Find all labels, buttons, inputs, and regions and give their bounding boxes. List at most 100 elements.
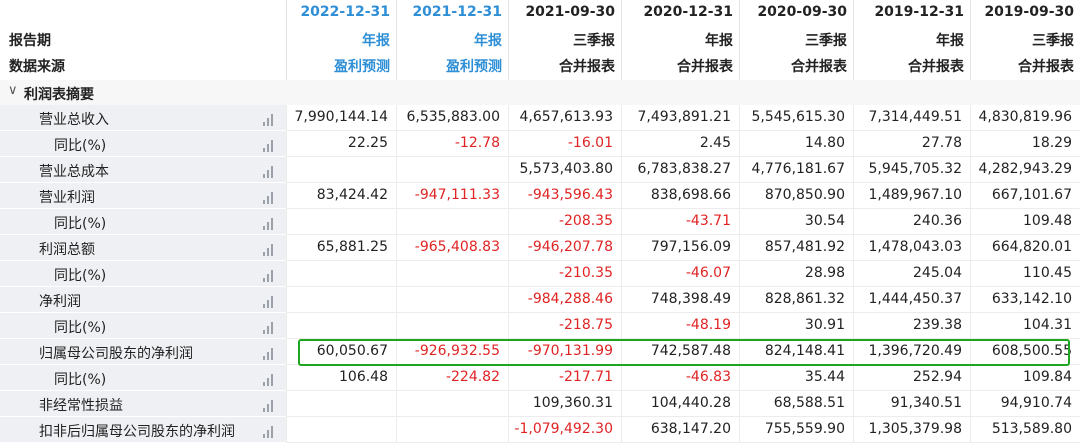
header-report-type: 年报: [474, 33, 502, 49]
row-label: 同比(%): [0, 313, 286, 339]
table-cell: 748,398.49: [621, 287, 739, 313]
bar-chart-icon[interactable]: [263, 114, 277, 126]
header-report-type: 年报: [936, 33, 964, 49]
table-cell: [396, 261, 508, 287]
table-cell: -210.35: [508, 261, 621, 287]
bar-chart-icon[interactable]: [263, 296, 277, 308]
bar-chart-icon[interactable]: [263, 374, 277, 386]
row-label: 非经常性损益: [0, 391, 286, 417]
table-cell: 5,545,615.30: [739, 105, 853, 131]
header-data-source: 合并报表: [1018, 59, 1074, 75]
table-cell: [396, 417, 508, 443]
table-cell: [286, 313, 396, 339]
chevron-down-icon[interactable]: ∨: [8, 83, 18, 98]
row-label-text: 同比(%): [54, 372, 107, 388]
row-label-text: 同比(%): [54, 320, 107, 336]
table-cell: 7,314,449.51: [853, 105, 970, 131]
table-cell: -208.35: [508, 209, 621, 235]
row-label-text: 非经常性损益: [39, 398, 123, 414]
row-label: 同比(%): [0, 131, 286, 157]
bar-chart-icon[interactable]: [263, 270, 277, 282]
table-cell: [396, 209, 508, 235]
table-cell: [286, 157, 396, 183]
header-date: 2021-12-31: [412, 4, 502, 20]
table-cell: [396, 391, 508, 417]
table-cell: -947,111.33: [396, 183, 508, 209]
table-cell: 4,830,819.96: [970, 105, 1080, 131]
table-cell: 240.36: [853, 209, 970, 235]
bar-chart-icon[interactable]: [263, 244, 277, 256]
row-label: 营业利润: [0, 183, 286, 209]
row-label: 归属母公司股东的净利润: [0, 339, 286, 365]
table-cell: 5,573,403.80: [508, 157, 621, 183]
table-cell: -217.71: [508, 365, 621, 391]
table-cell: -12.78: [396, 131, 508, 157]
table-cell: 4,282,943.29: [970, 157, 1080, 183]
table-cell: 35.44: [739, 365, 853, 391]
table-cell: [286, 209, 396, 235]
section-header-income[interactable]: ∨ 利润表摘要: [0, 80, 1080, 105]
header-date: 2020-12-31: [643, 4, 733, 20]
table-cell: 6,535,883.00: [396, 105, 508, 131]
table-cell: -218.75: [508, 313, 621, 339]
table-cell: [286, 287, 396, 313]
report-period-label: 报告期: [9, 33, 51, 49]
header-column: 2019-09-30 三季报 合并报表: [970, 0, 1080, 80]
table-header: 报告期 数据来源 2022-12-31 年报 盈利预测 2021-12-31 年报 盈利预…: [0, 0, 1080, 80]
header-report-type: 三季报: [573, 33, 615, 49]
header-report-type: 三季报: [1032, 33, 1074, 49]
table-cell: 14.80: [739, 131, 853, 157]
bar-chart-icon[interactable]: [263, 400, 277, 412]
header-date: 2020-09-30: [757, 4, 847, 20]
header-column: 2021-09-30 三季报合并报表: [508, 0, 621, 80]
table-cell: 252.94: [853, 365, 970, 391]
header-column: 2021-12-31 年报 盈利预测: [396, 0, 508, 80]
table-cell: -984,288.46: [508, 287, 621, 313]
table-cell: -224.82: [396, 365, 508, 391]
table-cell: -1,079,492.30: [508, 417, 621, 443]
bar-chart-icon[interactable]: [263, 218, 277, 230]
table-cell: 109.84: [970, 365, 1080, 391]
table-cell: 104.31: [970, 313, 1080, 339]
table-cell: 109.48: [970, 209, 1080, 235]
header-column: 2020-12-31 年报 合并报表: [621, 0, 739, 80]
table-cell: -46.07: [621, 261, 739, 287]
bar-chart-icon[interactable]: [263, 426, 277, 438]
header-data-source: 合并报表: [791, 59, 847, 75]
table-cell: 4,657,613.93: [508, 105, 621, 131]
header-column: 2022-12-31 年报 盈利预测: [286, 0, 396, 80]
row-label-text: 营业总成本: [39, 164, 109, 180]
table-cell: 83,424.42: [286, 183, 396, 209]
header-data-source: 合并报表: [559, 59, 615, 75]
income-statement-panel: 报告期 数据来源 2022-12-31 年报 盈利预测 2021-12-31 年报 盈利预…: [0, 0, 1080, 446]
table-cell: 1,444,450.37: [853, 287, 970, 313]
header-data-source: 合并报表: [677, 59, 733, 75]
table-cell: 857,481.92: [739, 235, 853, 261]
table-cell: 91,340.51: [853, 391, 970, 417]
row-label-text: 扣非后归属母公司股东的净利润: [39, 424, 235, 440]
row-label-text: 利润总额: [39, 242, 95, 258]
table-cell: 5,945,705.32: [853, 157, 970, 183]
table-cell: 68,588.51: [739, 391, 853, 417]
bar-chart-icon[interactable]: [263, 322, 277, 334]
table-cell: 838,698.66: [621, 183, 739, 209]
table-cell: 22.25: [286, 131, 396, 157]
table-cell: -43.71: [621, 209, 739, 235]
table-cell: 104,440.28: [621, 391, 739, 417]
bar-chart-icon[interactable]: [263, 192, 277, 204]
table-cell: [396, 287, 508, 313]
header-column: 2020-09-30 三季报 合并报表: [739, 0, 853, 80]
row-label-text: 营业利润: [39, 190, 95, 206]
table-cell: 106.48: [286, 365, 396, 391]
row-label: 净利润: [0, 287, 286, 313]
table-cell: 6,783,838.27: [621, 157, 739, 183]
table-cell: 245.04: [853, 261, 970, 287]
table-cell: -48.19: [621, 313, 739, 339]
header-date: 2021-09-30: [525, 4, 615, 20]
table-cell: 664,820.01: [970, 235, 1080, 261]
bar-chart-icon[interactable]: [263, 348, 277, 360]
bar-chart-icon[interactable]: [263, 166, 277, 178]
row-label-text: 归属母公司股东的净利润: [39, 346, 193, 362]
bar-chart-icon[interactable]: [263, 140, 277, 152]
table-cell: 30.54: [739, 209, 853, 235]
